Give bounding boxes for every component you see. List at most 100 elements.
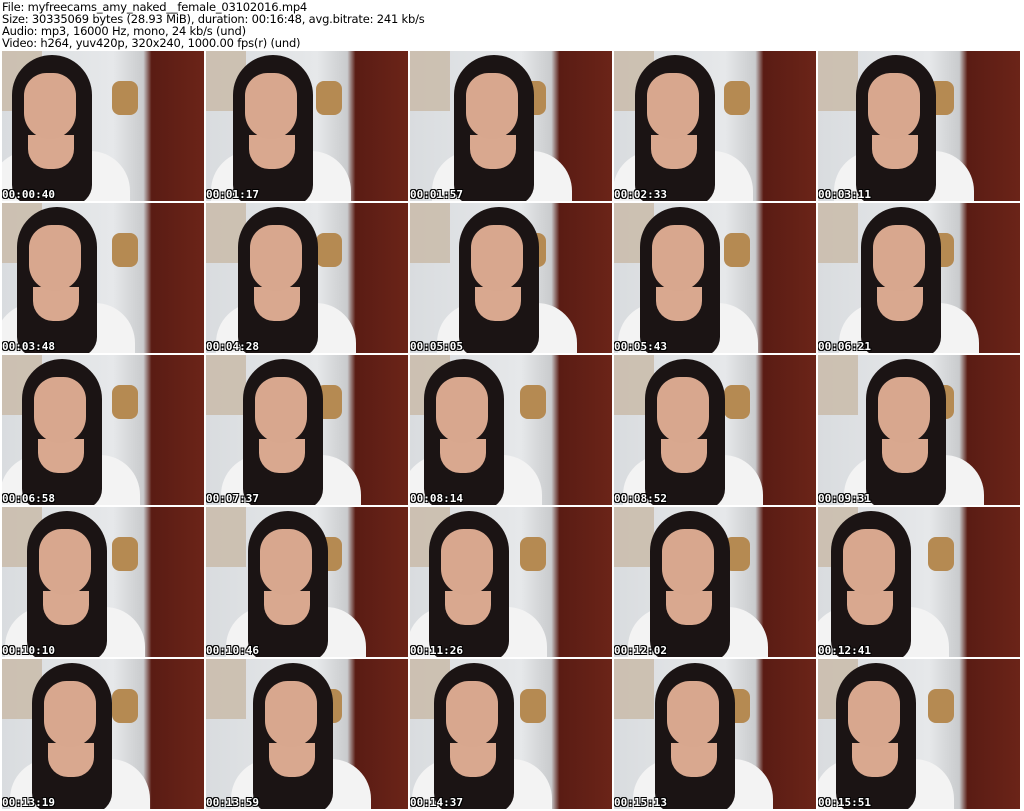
timestamp: 00:13:59 [206,796,259,809]
person-face [44,681,96,747]
video-thumbnail[interactable]: 00:01:17 [206,51,408,201]
timestamp: 00:05:43 [614,340,667,353]
timestamp: 00:06:58 [2,492,55,505]
video-thumbnail[interactable]: 00:10:10 [2,507,204,657]
person-face [260,529,312,595]
timestamp: 00:03:48 [2,340,55,353]
timestamp: 00:12:02 [614,644,667,657]
backpack [316,233,342,267]
person-neck [38,439,84,473]
timestamp: 00:01:57 [410,188,463,201]
timestamp: 00:10:46 [206,644,259,657]
person-face [24,73,76,139]
person-face [868,73,920,139]
timestamp: 00:06:21 [818,340,871,353]
person-face [265,681,317,747]
video-thumbnail[interactable]: 00:07:37 [206,355,408,505]
video-thumbnail[interactable]: 00:12:41 [818,507,1020,657]
person-face [662,529,714,595]
video-thumbnail[interactable]: 00:06:21 [818,203,1020,353]
video-thumbnail[interactable]: 00:02:33 [614,51,816,201]
timestamp: 00:02:33 [614,188,667,201]
wall-poster [206,507,246,567]
person-neck [445,591,491,625]
person-neck [666,591,712,625]
person-neck [475,287,521,321]
person-face [250,225,302,291]
wall-poster [614,507,654,567]
person-neck [847,591,893,625]
backpack [112,81,138,115]
video-thumbnail[interactable]: 00:12:02 [614,507,816,657]
timestamp: 00:07:37 [206,492,259,505]
video-thumbnail[interactable]: 00:15:13 [614,659,816,809]
video-thumbnail[interactable]: 00:05:05 [410,203,612,353]
wall-poster [206,355,246,415]
backpack [520,537,546,571]
video-thumbnail[interactable]: 00:03:11 [818,51,1020,201]
person-face [848,681,900,747]
person-face [667,681,719,747]
backpack [724,233,750,267]
person-neck [48,743,94,777]
backpack [724,81,750,115]
video-thumbnail[interactable]: 00:04:28 [206,203,408,353]
video-thumbnail[interactable]: 00:00:40 [2,51,204,201]
timestamp: 00:05:05 [410,340,463,353]
timestamp: 00:09:31 [818,492,871,505]
person-neck [872,135,918,169]
video-thumbnail[interactable]: 00:09:31 [818,355,1020,505]
person-neck [264,591,310,625]
person-neck [852,743,898,777]
person-face [245,73,297,139]
wall-poster [818,51,858,111]
wall-poster [410,203,450,263]
wall-poster [818,203,858,263]
video-thumbnail[interactable]: 00:13:19 [2,659,204,809]
person-face [436,377,488,443]
timestamp: 00:01:17 [206,188,259,201]
wall-poster [206,659,246,719]
timestamp: 00:04:28 [206,340,259,353]
video-thumbnail[interactable]: 00:10:46 [206,507,408,657]
file-info: File: myfreecams_amy_naked__female_03102… [2,1,425,49]
person-face [878,377,930,443]
video-info: Video: h264, yuv420p, 320x240, 1000.00 f… [2,36,301,50]
person-face [657,377,709,443]
person-face [843,529,895,595]
timestamp: 00:08:14 [410,492,463,505]
video-thumbnail[interactable]: 00:15:51 [818,659,1020,809]
person-face [39,529,91,595]
backpack [112,233,138,267]
video-thumbnail[interactable]: 00:05:43 [614,203,816,353]
person-neck [254,287,300,321]
person-neck [259,439,305,473]
person-face [29,225,81,291]
backpack [928,689,954,723]
person-neck [43,591,89,625]
timestamp: 00:10:10 [2,644,55,657]
person-face [466,73,518,139]
person-face [873,225,925,291]
video-thumbnail[interactable]: 00:08:52 [614,355,816,505]
person-neck [28,135,74,169]
video-thumbnail[interactable]: 00:03:48 [2,203,204,353]
backpack [112,689,138,723]
person-neck [33,287,79,321]
video-thumbnail[interactable]: 00:08:14 [410,355,612,505]
person-neck [651,135,697,169]
wall-poster [614,659,654,719]
backpack [112,537,138,571]
video-thumbnail[interactable]: 00:13:59 [206,659,408,809]
video-thumbnail[interactable]: 00:14:37 [410,659,612,809]
video-thumbnail[interactable]: 00:11:26 [410,507,612,657]
person-face [255,377,307,443]
video-thumbnail[interactable]: 00:06:58 [2,355,204,505]
timestamp: 00:13:19 [2,796,55,809]
person-neck [671,743,717,777]
video-thumbnail[interactable]: 00:01:57 [410,51,612,201]
person-neck [440,439,486,473]
timestamp: 00:15:51 [818,796,871,809]
timestamp: 00:11:26 [410,644,463,657]
timestamp: 00:08:52 [614,492,667,505]
